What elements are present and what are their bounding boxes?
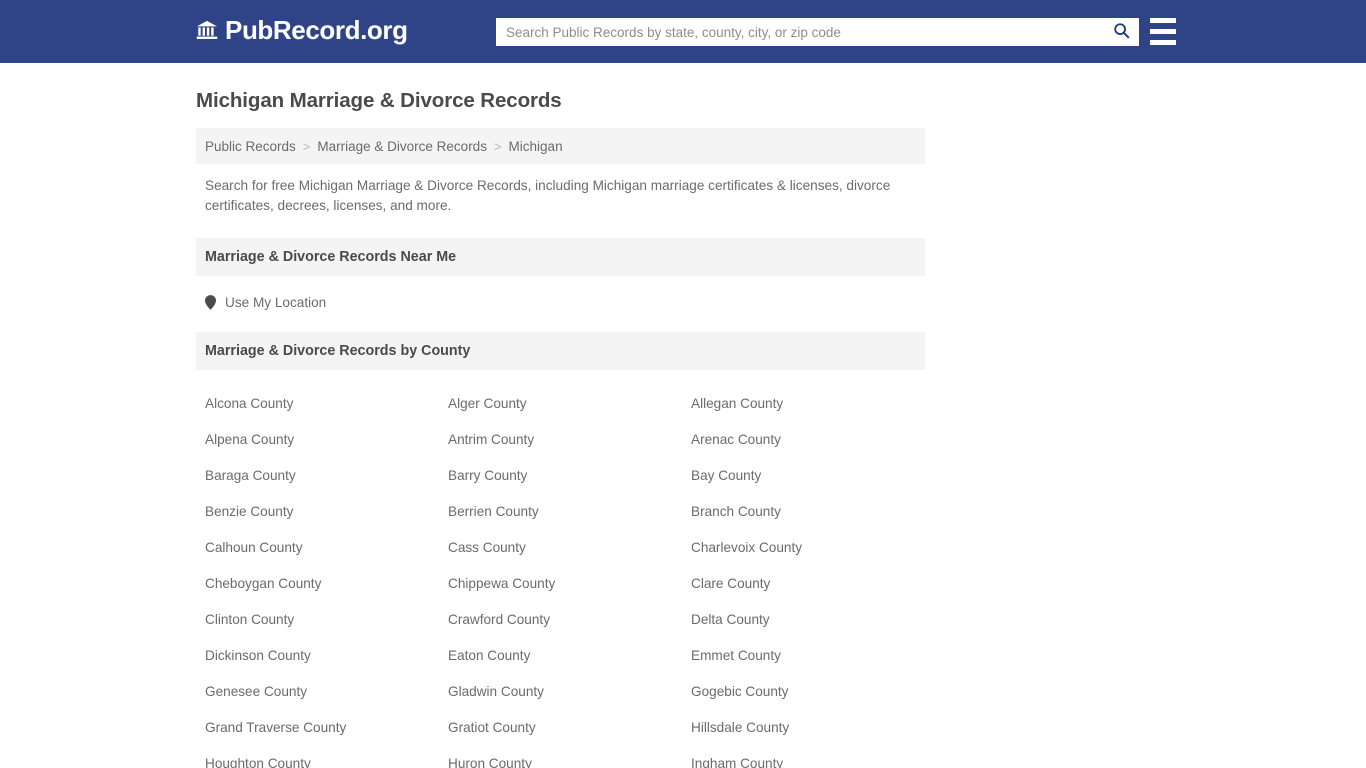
breadcrumb-item-michigan[interactable]: Michigan: [509, 139, 563, 154]
breadcrumb: Public Records > Marriage & Divorce Reco…: [196, 128, 925, 164]
county-link[interactable]: Benzie County: [205, 494, 448, 530]
county-link[interactable]: Dickinson County: [205, 638, 448, 674]
county-link[interactable]: Arenac County: [691, 422, 934, 458]
county-link[interactable]: Delta County: [691, 602, 934, 638]
county-list: Alcona County Alger County Allegan County A…: [196, 370, 925, 768]
breadcrumb-item-public-records[interactable]: Public Records: [205, 139, 296, 154]
search-icon: [1113, 22, 1130, 42]
breadcrumb-item-marriage-divorce-records[interactable]: Marriage & Divorce Records: [317, 139, 487, 154]
county-link[interactable]: Hillsdale County: [691, 710, 934, 746]
search-bar: [496, 18, 1139, 46]
county-link[interactable]: Clinton County: [205, 602, 448, 638]
county-link[interactable]: Antrim County: [448, 422, 691, 458]
main-content: Michigan Marriage & Divorce Records Publ…: [196, 63, 925, 768]
section-header-near-me: Marriage & Divorce Records Near Me: [196, 238, 925, 276]
map-pin-icon: [205, 295, 216, 310]
search-button[interactable]: [1104, 19, 1138, 45]
site-header: PubRecord.org: [0, 0, 1366, 63]
county-link[interactable]: Genesee County: [205, 674, 448, 710]
hamburger-menu-icon[interactable]: [1150, 18, 1176, 45]
menu-bar-2: [1150, 29, 1176, 34]
use-my-location-link[interactable]: Use My Location: [205, 295, 326, 310]
county-link[interactable]: Gogebic County: [691, 674, 934, 710]
county-link[interactable]: Gratiot County: [448, 710, 691, 746]
county-link[interactable]: Alcona County: [205, 386, 448, 422]
breadcrumb-separator-2: >: [493, 138, 502, 154]
county-link[interactable]: Charlevoix County: [691, 530, 934, 566]
near-me-list: Use My Location: [196, 276, 925, 310]
page-title: Michigan Marriage & Divorce Records: [196, 89, 562, 112]
county-link[interactable]: Barry County: [448, 458, 691, 494]
county-link[interactable]: Houghton County: [205, 746, 448, 768]
county-link[interactable]: Clare County: [691, 566, 934, 602]
county-link[interactable]: Alpena County: [205, 422, 448, 458]
menu-bar-1: [1150, 18, 1176, 23]
site-logo-text: PubRecord.org: [225, 15, 408, 45]
county-link[interactable]: Baraga County: [205, 458, 448, 494]
site-logo-link[interactable]: PubRecord.org: [196, 17, 408, 43]
county-link[interactable]: Crawford County: [448, 602, 691, 638]
search-input[interactable]: [497, 19, 1104, 45]
page-description: Search for free Michigan Marriage & Divo…: [205, 178, 891, 213]
county-link[interactable]: Cheboygan County: [205, 566, 448, 602]
county-link[interactable]: Chippewa County: [448, 566, 691, 602]
county-link[interactable]: Bay County: [691, 458, 934, 494]
bank-building-icon: [196, 19, 218, 41]
county-link[interactable]: Grand Traverse County: [205, 710, 448, 746]
county-link[interactable]: Ingham County: [691, 746, 934, 768]
county-link[interactable]: Branch County: [691, 494, 934, 530]
county-link[interactable]: Alger County: [448, 386, 691, 422]
county-link[interactable]: Cass County: [448, 530, 691, 566]
breadcrumb-separator-1: >: [302, 138, 311, 154]
county-link[interactable]: Emmet County: [691, 638, 934, 674]
county-link[interactable]: Huron County: [448, 746, 691, 768]
section-header-by-county: Marriage & Divorce Records by County: [196, 332, 925, 370]
use-my-location-label: Use My Location: [225, 295, 327, 310]
county-link[interactable]: Allegan County: [691, 386, 934, 422]
county-link[interactable]: Eaton County: [448, 638, 691, 674]
menu-bar-3: [1150, 40, 1176, 45]
county-link[interactable]: Gladwin County: [448, 674, 691, 710]
county-link[interactable]: Berrien County: [448, 494, 691, 530]
county-link[interactable]: Calhoun County: [205, 530, 448, 566]
